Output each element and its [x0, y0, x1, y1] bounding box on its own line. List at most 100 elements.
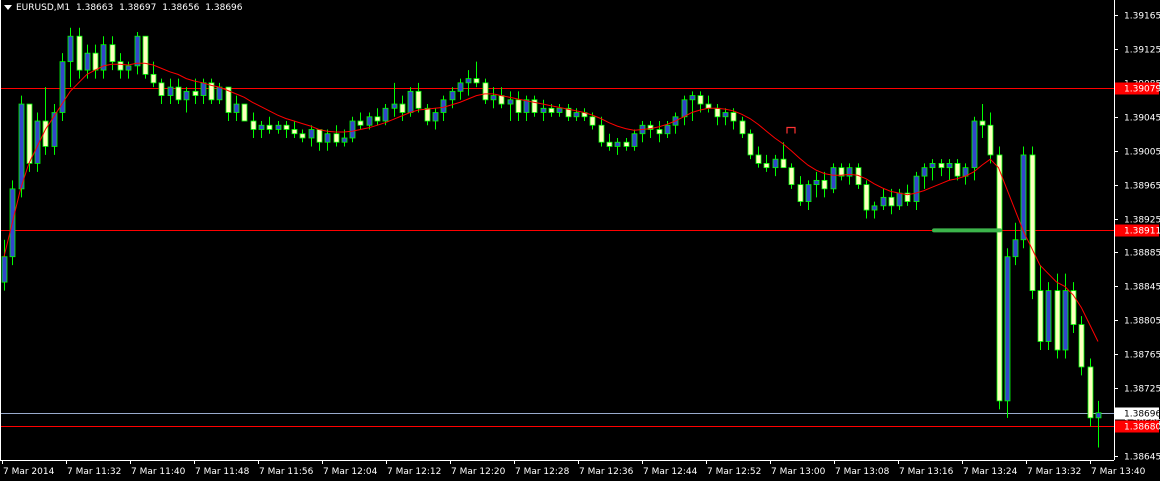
- candle-body-bear: [755, 154, 762, 164]
- dropdown-triangle-icon[interactable]: [4, 5, 12, 10]
- candle-body-bull: [200, 82, 207, 96]
- candle-body-bull: [631, 133, 638, 147]
- candle-body-bull: [84, 52, 91, 71]
- candle-body-bull: [382, 107, 389, 122]
- candlestick-chart[interactable]: 1.391651.391251.390851.390451.390051.389…: [0, 0, 1160, 481]
- y-tick-label: 1.38805: [1124, 317, 1160, 327]
- candle-body-bear: [705, 103, 712, 109]
- candle[interactable]: [1004, 248, 1011, 418]
- candle[interactable]: [1029, 146, 1036, 300]
- candle-body-bear: [606, 141, 613, 147]
- candle-body-bear: [76, 35, 83, 71]
- candle-body-bull: [556, 107, 563, 113]
- bid-price-label: 1.38696: [1124, 410, 1160, 420]
- candle-body-bull: [440, 99, 447, 113]
- candle-body-bull: [59, 61, 66, 113]
- candle-body-bear: [1054, 290, 1061, 351]
- candle[interactable]: [59, 53, 66, 122]
- candle-body-bear: [158, 82, 165, 96]
- candle-body-bull: [523, 99, 530, 113]
- x-tick-label: 7 Mar 12:36: [579, 467, 634, 477]
- candle[interactable]: [830, 163, 837, 194]
- candle-body-bear: [954, 163, 961, 177]
- candle-body-bear: [888, 196, 895, 207]
- candle-body-bull: [407, 90, 414, 113]
- candle-body-bull: [275, 124, 282, 130]
- y-tick-label: 1.38965: [1124, 182, 1160, 192]
- candle[interactable]: [241, 103, 248, 122]
- candle[interactable]: [1045, 282, 1052, 350]
- candle-body-bear: [1078, 324, 1085, 368]
- candle-body-bear: [747, 133, 754, 156]
- candle-body-bear: [797, 184, 804, 202]
- candle-body-bear: [589, 116, 596, 126]
- candle-body-bear: [473, 78, 480, 84]
- candle[interactable]: [142, 35, 149, 79]
- candle-body-bull: [183, 90, 190, 101]
- candle-body-bear: [979, 120, 986, 126]
- chart-background: [0, 0, 1160, 481]
- candle-body-bear: [283, 124, 290, 130]
- candle-body-bear: [656, 129, 663, 135]
- candle-body-bull: [805, 184, 812, 202]
- candle-body-bear: [788, 167, 795, 186]
- candle-body-bull: [1004, 256, 1011, 402]
- candle-body-bear: [266, 124, 273, 130]
- x-tick-label: 7 Mar 11:56: [259, 467, 314, 477]
- candle-body-bull: [1, 256, 8, 283]
- candle-body-bull: [134, 35, 141, 67]
- candle[interactable]: [747, 129, 754, 160]
- chart-header: EURUSD,M1 1.38663 1.38697 1.38656 1.3869…: [4, 3, 246, 13]
- x-tick-label: 7 Mar 12:20: [451, 467, 506, 477]
- candle-body-bull: [681, 99, 688, 118]
- y-tick-label: 1.39005: [1124, 148, 1160, 158]
- x-tick-label: 7 Mar 11:48: [195, 467, 250, 477]
- candle-body-bear: [1087, 366, 1094, 419]
- candle-body-bear: [515, 99, 522, 113]
- candle-body-bull: [929, 163, 936, 169]
- candle[interactable]: [1078, 316, 1085, 376]
- candle-body-bull: [830, 167, 837, 190]
- candle-body-bear: [117, 61, 124, 71]
- y-tick-label: 1.38925: [1124, 216, 1160, 226]
- candle-body-bear: [498, 95, 505, 105]
- candle-body-bull: [366, 116, 373, 126]
- x-tick-label: 7 Mar 13:16: [899, 467, 954, 477]
- x-tick-label: 7 Mar 12:12: [387, 467, 441, 477]
- hline-price-label: 1.38911: [1124, 227, 1160, 237]
- candle-body-bull: [308, 129, 315, 139]
- candle-body-bull: [233, 103, 240, 113]
- candle[interactable]: [996, 146, 1003, 410]
- candle-body-bull: [18, 103, 25, 190]
- candle-body-bear: [150, 73, 157, 84]
- candle-body-bull: [971, 120, 978, 169]
- candle[interactable]: [1020, 146, 1027, 249]
- y-tick-label: 1.38845: [1124, 283, 1160, 293]
- y-tick-label: 1.38645: [1124, 453, 1160, 463]
- open-value: 1.38663: [76, 3, 114, 13]
- candle-body-bull: [391, 103, 398, 109]
- x-tick-label: 7 Mar 13:08: [835, 467, 890, 477]
- candle-body-bull: [1095, 412, 1102, 419]
- candle-body-bull: [258, 124, 265, 130]
- candle-body-bear: [863, 184, 870, 211]
- candle-body-bull: [449, 90, 456, 101]
- candle-body-bull: [324, 133, 331, 143]
- candle-body-bull: [490, 95, 497, 101]
- candle-body-bear: [92, 52, 99, 71]
- candle-body-bull: [465, 78, 472, 84]
- candle-body-bull: [813, 179, 820, 186]
- hline-price-label: 1.39079: [1124, 85, 1160, 95]
- candle-body-bear: [142, 35, 149, 75]
- candle-body-bull: [573, 112, 580, 118]
- candle-body-bull: [896, 192, 903, 207]
- candle-body-bull: [913, 175, 920, 202]
- x-tick-label: 7 Mar 12:44: [643, 467, 698, 477]
- low-value: 1.38656: [162, 3, 200, 13]
- x-tick-label: 7 Mar 13:40: [1091, 467, 1146, 477]
- y-tick-label: 1.39165: [1124, 12, 1160, 22]
- x-tick-label: 7 Mar 13:24: [963, 467, 1018, 477]
- high-value: 1.38697: [119, 3, 157, 13]
- candle[interactable]: [1087, 358, 1094, 427]
- candle-body-bear: [291, 129, 298, 135]
